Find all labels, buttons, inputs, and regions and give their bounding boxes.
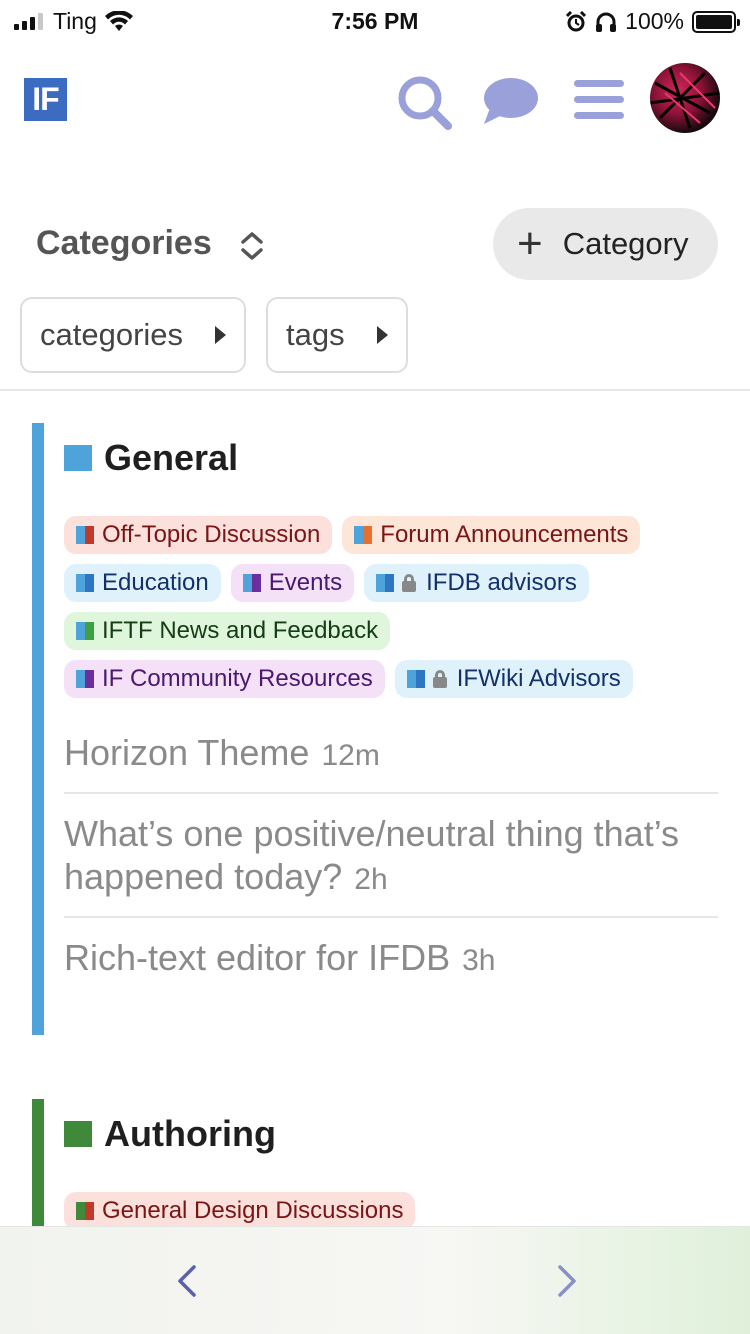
filter-bar: categories tags bbox=[20, 297, 408, 373]
category-swatch-icon bbox=[376, 574, 395, 592]
page-title[interactable]: Categories bbox=[36, 224, 212, 263]
topic-row[interactable]: What’s one positive/neutral thing that’s… bbox=[64, 794, 718, 918]
category-color-bar bbox=[32, 1099, 44, 1226]
plus-icon: + bbox=[517, 219, 543, 268]
subcategory-list: Off-Topic Discussion Forum Announcements… bbox=[64, 516, 704, 708]
subcategory-badge[interactable]: IF Community Resources bbox=[64, 660, 385, 698]
subcategory-row: IF Community Resources IFWiki Advisors bbox=[64, 660, 704, 698]
topic-age: 3h bbox=[462, 944, 496, 977]
subcategory-label: Off-Topic Discussion bbox=[102, 521, 321, 548]
subcategory-row: Off-Topic Discussion Forum Announcements bbox=[64, 516, 704, 554]
category-swatch-icon bbox=[76, 1202, 94, 1220]
tags-filter-button[interactable]: tags bbox=[266, 297, 408, 373]
browser-toolbar bbox=[0, 1226, 750, 1334]
avatar[interactable] bbox=[650, 63, 720, 133]
subcategory-label: IFDB advisors bbox=[426, 569, 577, 596]
topic-title[interactable]: Horizon Theme bbox=[64, 732, 309, 773]
battery-icon bbox=[692, 10, 740, 33]
subcategory-badge[interactable]: General Design Discussions bbox=[64, 1192, 416, 1230]
add-category-label: Category bbox=[562, 226, 689, 261]
category-swatch-icon bbox=[354, 526, 373, 544]
category-swatch-icon bbox=[76, 670, 94, 688]
caret-right-icon bbox=[376, 326, 388, 344]
subcategory-badge[interactable]: Events bbox=[230, 564, 355, 602]
category-name: Authoring bbox=[104, 1113, 276, 1154]
topic-row[interactable]: Horizon Theme 12m bbox=[64, 713, 718, 794]
status-bar: Ting 7:56 PM 100% bbox=[0, 0, 750, 40]
subcategory-label: Events bbox=[268, 569, 343, 596]
category-general: General Off-Topic Discussion Forum Annou… bbox=[32, 423, 722, 1035]
subcategory-label: General Design Discussions bbox=[102, 1197, 404, 1224]
site-logo[interactable]: IF bbox=[24, 78, 67, 121]
chat-icon[interactable] bbox=[480, 72, 540, 132]
category-authoring: Authoring General Design Discussions bbox=[32, 1099, 722, 1230]
menu-icon[interactable] bbox=[570, 72, 630, 132]
subcategory-row: Education Events IFDB advisors bbox=[64, 564, 704, 602]
categories-filter-label: categories bbox=[40, 317, 184, 352]
category-color-square bbox=[64, 1121, 92, 1147]
category-color-square bbox=[64, 445, 92, 471]
topic-age: 2h bbox=[354, 863, 388, 896]
subcategory-label: Forum Announcements bbox=[380, 521, 629, 548]
subcategory-badge[interactable]: Forum Announcements bbox=[342, 516, 641, 554]
subcategory-badge[interactable]: IFTF News and Feedback bbox=[64, 612, 391, 650]
category-swatch-icon bbox=[76, 526, 94, 544]
battery-percent: 100% bbox=[625, 8, 684, 34]
forward-chevron-icon[interactable] bbox=[546, 1261, 586, 1301]
topic-title[interactable]: Rich-text editor for IFDB bbox=[64, 937, 450, 978]
subcategory-badge[interactable]: Education bbox=[64, 564, 221, 602]
category-name: General bbox=[104, 437, 239, 478]
app-header: IF bbox=[0, 58, 750, 138]
subcategory-label: IFWiki Advisors bbox=[456, 665, 621, 692]
tags-filter-label: tags bbox=[286, 317, 345, 352]
divider bbox=[0, 389, 750, 391]
subcategory-row: IFTF News and Feedback bbox=[64, 612, 704, 650]
topic-list: Horizon Theme 12m What’s one positive/neu… bbox=[64, 713, 718, 997]
search-icon[interactable] bbox=[394, 72, 454, 132]
subcategory-badge[interactable]: IFWiki Advisors bbox=[394, 660, 633, 698]
status-right: 100% bbox=[565, 8, 740, 35]
alarm-icon bbox=[566, 10, 587, 31]
add-category-button[interactable]: + Category bbox=[493, 208, 718, 280]
lock-icon bbox=[432, 670, 447, 688]
category-swatch-icon bbox=[242, 574, 261, 592]
category-color-bar bbox=[32, 423, 44, 1035]
categories-filter-button[interactable]: categories bbox=[20, 297, 247, 373]
subcategory-row: General Design Discussions bbox=[64, 1192, 704, 1230]
category-heading[interactable]: Authoring bbox=[64, 1113, 276, 1155]
topic-age: 12m bbox=[321, 739, 380, 772]
caret-right-icon bbox=[215, 326, 227, 344]
category-swatch-icon bbox=[76, 574, 94, 592]
category-heading[interactable]: General bbox=[64, 437, 238, 479]
categories-title-row: Categories + Category bbox=[0, 208, 750, 282]
subcategory-badge[interactable]: IFDB advisors bbox=[364, 564, 589, 602]
subcategory-label: Education bbox=[102, 569, 209, 596]
avatar-pattern bbox=[650, 67, 720, 129]
back-chevron-icon[interactable] bbox=[168, 1261, 208, 1301]
subcategory-label: IF Community Resources bbox=[102, 665, 373, 692]
topic-row[interactable]: Rich-text editor for IFDB 3h bbox=[64, 918, 718, 997]
category-swatch-icon bbox=[406, 670, 425, 688]
sort-chevrons-icon[interactable] bbox=[238, 230, 266, 262]
subcategory-badge[interactable]: Off-Topic Discussion bbox=[64, 516, 333, 554]
lock-icon bbox=[402, 574, 417, 592]
category-swatch-icon bbox=[76, 622, 94, 640]
headphones-icon bbox=[596, 12, 617, 32]
subcategory-label: IFTF News and Feedback bbox=[102, 617, 379, 644]
